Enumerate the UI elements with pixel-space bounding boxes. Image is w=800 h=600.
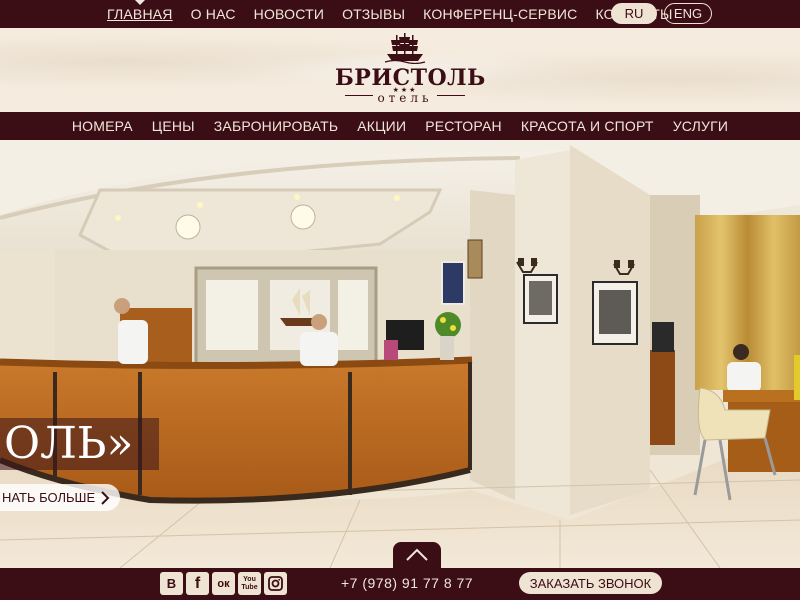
top-bar: ГЛАВНАЯ О НАС НОВОСТИ ОТЗЫВЫ КОНФЕРЕНЦ-С… [0, 0, 800, 28]
chevron-right-icon [101, 491, 110, 505]
ship-icon [384, 33, 426, 64]
top-nav-home-link[interactable]: ГЛАВНАЯ [107, 0, 173, 22]
top-nav-conference-link[interactable]: КОНФЕРЕНЦ-СЕРВИС [423, 6, 577, 22]
logo-divider-right [437, 95, 465, 96]
slider-title: ОЛЬ» [0, 418, 160, 470]
odnoklassniki-icon[interactable]: ок [212, 572, 235, 595]
youtube-icon[interactable]: You Tube [238, 572, 261, 595]
scroll-up-button[interactable] [393, 542, 441, 568]
language-en-button[interactable]: ENG [664, 3, 712, 24]
main-nav-rooms-link[interactable]: НОМЕРА [72, 118, 133, 134]
hero-slider-image: ОЛЬ» НАТЬ БОЛЬШЕ [0, 140, 800, 568]
logo-subtitle: отель [377, 91, 433, 105]
top-nav-news-link[interactable]: НОВОСТИ [254, 6, 324, 22]
vk-icon[interactable]: B [160, 572, 183, 595]
request-callback-button[interactable]: ЗАКАЗАТЬ ЗВОНОК [519, 572, 662, 594]
hotel-reception-photo [0, 140, 800, 568]
instagram-glyph [268, 576, 283, 591]
main-navigation: НОМЕРА ЦЕНЫ ЗАБРОНИРОВАТЬ АКЦИИ РЕСТОРАН… [0, 112, 800, 140]
top-nav-about-link[interactable]: О НАС [191, 6, 236, 22]
facebook-icon[interactable]: f [186, 572, 209, 595]
header-banner: БРИСТОЛЬ ★★★ отель [0, 28, 800, 112]
hotel-logo[interactable]: БРИСТОЛЬ ★★★ отель [335, 28, 485, 112]
main-nav-beauty-sport-link[interactable]: КРАСОТА И СПОРТ [521, 118, 654, 134]
instagram-icon[interactable] [264, 572, 287, 595]
main-nav-services-link[interactable]: УСЛУГИ [673, 118, 728, 134]
main-nav-promotions-link[interactable]: АКЦИИ [357, 118, 406, 134]
main-nav-prices-link[interactable]: ЦЕНЫ [152, 118, 195, 134]
learn-more-label: НАТЬ БОЛЬШЕ [2, 490, 96, 505]
language-ru-button[interactable]: RU [611, 3, 657, 24]
learn-more-button[interactable]: НАТЬ БОЛЬШЕ [0, 484, 120, 511]
top-nav-reviews-link[interactable]: ОТЗЫВЫ [342, 6, 405, 22]
top-navigation: ГЛАВНАЯ О НАС НОВОСТИ ОТЗЫВЫ КОНФЕРЕНЦ-С… [98, 0, 682, 28]
footer-bar: B f ок You Tube +7 (978) 91 77 8 77 ЗАКА… [0, 568, 800, 600]
phone-number[interactable]: +7 (978) 91 77 8 77 [341, 575, 473, 591]
chevron-up-icon [406, 548, 428, 561]
main-nav-booking-link[interactable]: ЗАБРОНИРОВАТЬ [214, 118, 338, 134]
main-nav-restaurant-link[interactable]: РЕСТОРАН [425, 118, 502, 134]
